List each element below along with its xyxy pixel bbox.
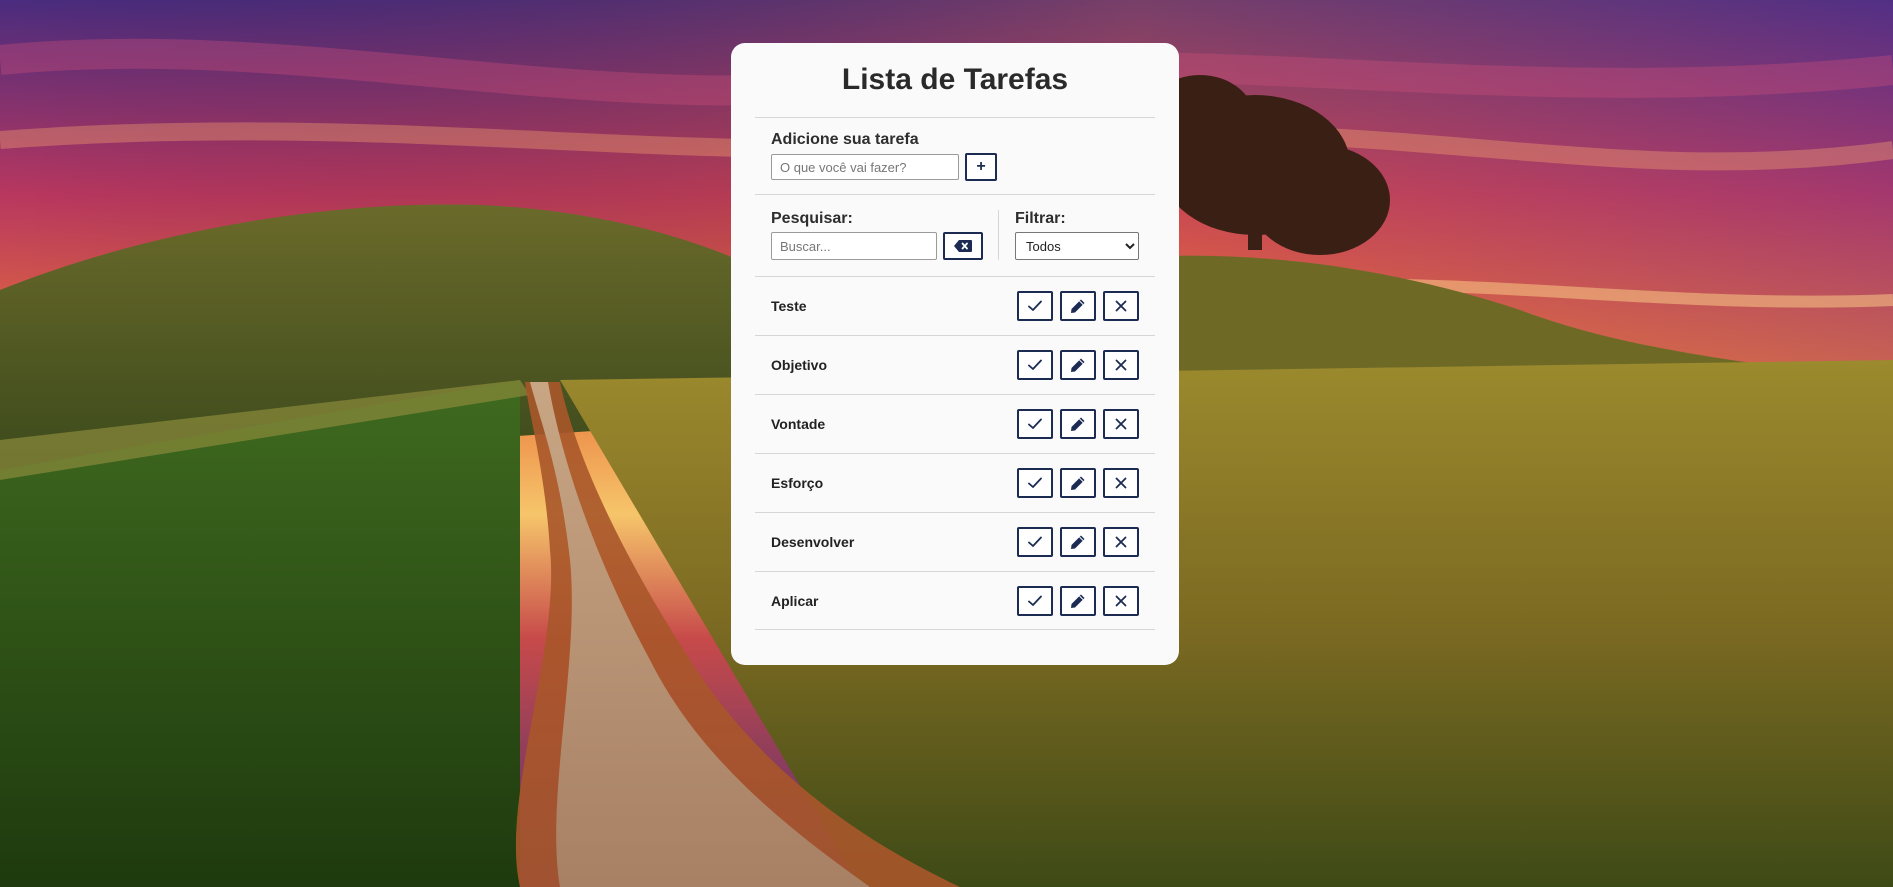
remove-task-button[interactable] [1103,468,1139,498]
close-icon [1115,418,1127,430]
check-icon [1028,536,1042,547]
close-icon [1115,300,1127,312]
add-task-label: Adicione sua tarefa [771,131,919,148]
clear-search-button[interactable] [943,232,983,260]
check-icon [1028,359,1042,370]
complete-task-button[interactable] [1017,468,1053,498]
edit-task-button[interactable] [1060,291,1096,321]
check-icon [1028,418,1042,429]
edit-task-button[interactable] [1060,409,1096,439]
task-name: Desenvolver [771,534,855,550]
backspace-icon [954,240,972,252]
task-name: Teste [771,298,807,314]
task-item: Teste [755,276,1155,335]
task-item: Desenvolver [755,512,1155,571]
task-item: Vontade [755,394,1155,453]
pencil-icon [1071,535,1085,549]
remove-task-button[interactable] [1103,527,1139,557]
task-name: Vontade [771,416,826,432]
search-input[interactable] [771,232,937,260]
todo-card: Lista de Tarefas Adicione sua tarefa + P… [731,43,1179,665]
pencil-icon [1071,299,1085,313]
pencil-icon [1071,358,1085,372]
edit-task-button[interactable] [1060,585,1096,616]
remove-task-button[interactable] [1103,350,1139,380]
task-name: Esforço [771,475,824,491]
task-item: Esforço [755,453,1155,512]
remove-task-button[interactable] [1103,585,1139,616]
complete-task-button[interactable] [1017,350,1053,380]
pencil-icon [1071,594,1085,608]
task-name: Objetivo [771,357,828,373]
task-list: Teste Objetivo Vontade Esforço Desenvolv… [755,276,1155,630]
add-task-button[interactable]: + [965,153,997,181]
remove-task-button[interactable] [1103,291,1139,321]
close-icon [1115,536,1127,548]
close-icon [1115,477,1127,489]
close-icon [1115,359,1127,371]
page-title: Lista de Tarefas [841,63,1069,96]
check-icon [1028,477,1042,488]
edit-task-button[interactable] [1060,527,1096,557]
filter-select[interactable]: Todos [1015,232,1139,260]
check-icon [1028,300,1042,311]
task-name: Aplicar [771,592,819,609]
check-icon [1028,595,1042,606]
complete-task-button[interactable] [1017,527,1053,557]
close-icon [1115,595,1127,606]
remove-task-button[interactable] [1103,409,1139,439]
add-task-input[interactable] [771,154,959,180]
add-task-section: Adicione sua tarefa + [755,118,1155,194]
complete-task-button[interactable] [1017,409,1053,439]
filter-label: Filtrar: [1015,210,1066,227]
complete-task-button[interactable] [1017,291,1053,321]
pencil-icon [1071,476,1085,490]
edit-task-button[interactable] [1060,350,1096,380]
pencil-icon [1071,417,1085,431]
edit-task-button[interactable] [1060,468,1096,498]
task-item: Aplicar [755,571,1155,630]
task-item: Objetivo [755,335,1155,394]
search-label: Pesquisar: [771,210,853,227]
search-filter-section: Pesquisar: Filtrar: Todos [755,195,1155,276]
complete-task-button[interactable] [1017,585,1053,616]
